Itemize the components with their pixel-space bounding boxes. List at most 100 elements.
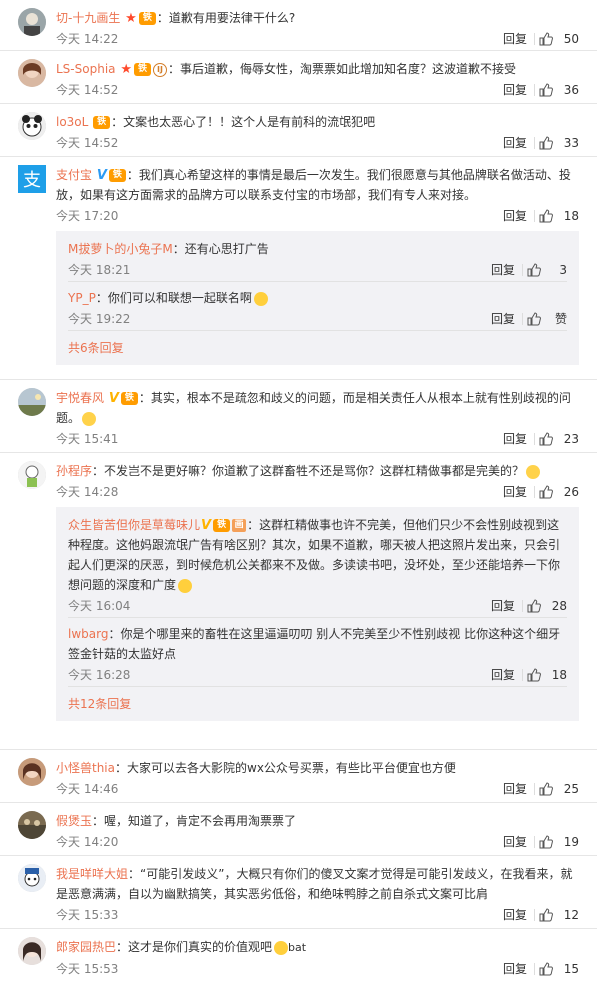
reply-button[interactable]: 回复 [503,778,527,800]
reply-item: lwbarg：你是个哪里来的畜牲在这里逼逼叨叨 别人不完美至少不性别歧视 比你这… [68,618,567,687]
comment-time: 今天 15:41 [56,432,119,446]
like-button[interactable]: 25 [531,778,579,800]
commenter-name[interactable]: YP_P [68,291,96,305]
reply-button[interactable]: 回复 [491,308,515,330]
reply-button[interactable]: 回复 [503,428,527,450]
avatar[interactable] [18,937,46,965]
reply-button[interactable]: 回复 [503,79,527,101]
thumb-up-icon [527,263,541,277]
like-button[interactable]: 3 [519,259,567,281]
thumb-up-icon [539,962,553,976]
commenter-name[interactable]: 郎家园热巴 [56,940,116,954]
like-count: 18 [563,209,579,223]
avatar[interactable] [18,811,46,839]
more-replies-link[interactable]: 共6条回复 [68,331,567,365]
thumb-up-icon [527,668,541,682]
like-button[interactable]: 12 [531,904,579,926]
comment-time: 今天 14:46 [56,782,119,796]
emoji-icon [82,411,97,426]
comment-text: ：事后道歉，侮辱女性，淘票票如此增加知名度？这波道歉不接受 [168,62,517,76]
thumb-up-icon [527,312,541,326]
commenter-name[interactable]: 支付宝 [56,168,92,182]
like-button[interactable]: 36 [531,79,579,101]
comment-item: 支 支付宝 V 铁：我们真心希望这样的事情是最后一次发生。我们很愿意与其他品牌联名… [0,157,597,380]
like-button[interactable]: 赞 [519,308,567,330]
comment-item: lo3oL 铁：文案也太恶心了！！这个人是有前科的流氓犯吧 今天 14:52 回… [0,104,597,157]
like-button[interactable]: 23 [531,428,579,450]
reply-panel: 众生皆苦但你是草莓味儿V 铁画：这群杠精做事也许不完美，但他们只少不会性别歧视到这… [56,507,579,721]
comment-text: ：你是个哪里来的畜牲在这里逼逼叨叨 别人不完美至少不性别歧视 比你这种这个细牙签… [68,627,561,661]
reply-button[interactable]: 回复 [503,831,527,853]
like-button[interactable]: 19 [531,831,579,853]
reply-button[interactable]: 回复 [503,958,527,980]
commenter-name[interactable]: 我是咩咩大姐 [56,867,128,881]
thumb-up-icon [539,908,553,922]
commenter-name[interactable]: M拔萝卜的小兔子M [68,242,173,256]
avatar[interactable] [18,758,46,786]
avatar[interactable] [18,112,46,140]
like-button[interactable]: 15 [531,958,579,980]
svg-text:支: 支 [23,170,41,191]
avatar[interactable] [18,388,46,416]
thumb-up-icon [539,136,553,150]
like-count: 50 [563,32,579,46]
level-badge-icon: IJ [153,62,167,77]
comment-text: ：“可能引发歧义”，大概只有你们的傻叉文案才觉得是可能引发歧义，在我看来，就是恶… [56,867,573,901]
like-button[interactable]: 18 [519,664,567,686]
reply-button[interactable]: 回复 [503,481,527,503]
thumb-up-icon [539,782,553,796]
reply-button[interactable]: 回复 [491,595,515,617]
thumb-up-icon [539,835,553,849]
avatar[interactable] [18,59,46,87]
more-replies-link[interactable]: 共12条回复 [68,687,567,721]
like-count: 23 [563,432,579,446]
like-count: 12 [563,908,579,922]
commenter-name[interactable]: 众生皆苦但你是草莓味儿 [68,518,200,532]
avatar[interactable] [18,461,46,489]
fans-badge-icon: 铁 [138,12,156,25]
reply-button[interactable]: 回复 [503,205,527,227]
fans-badge-icon: 铁 [108,169,126,182]
reply-button[interactable]: 回复 [503,28,527,50]
commenter-name[interactable]: 小怪兽thia [56,761,115,775]
reply-button[interactable]: 回复 [491,259,515,281]
comment-text: ：道歉有用要法律干什么? [156,11,296,25]
reply-item: 众生皆苦但你是草莓味儿V 铁画：这群杠精做事也许不完美，但他们只少不会性别歧视到这… [68,509,567,618]
comment-item: 假煲玉：喔，知道了，肯定不会再用淘票票了 今天 14:20 回复 19 [0,803,597,856]
avatar[interactable] [18,864,46,892]
avatar[interactable]: 支 [18,165,46,193]
reply-item: YP_P：你们可以和联想一起联名啊 今天 19:22 回复 赞 [68,282,567,331]
reply-button[interactable]: 回复 [491,664,515,686]
comment-text: ：我们真心希望这样的事情是最后一次发生。我们很愿意与其他品牌联名做活动、投放，如… [56,168,571,202]
emoji-icon [274,940,289,955]
commenter-name[interactable]: 假煲玉 [56,814,92,828]
commenter-name[interactable]: 宇悦春风 [56,391,104,405]
like-button[interactable]: 18 [531,205,579,227]
like-button[interactable]: 50 [531,28,579,50]
comment-time: 今天 14:52 [56,83,119,97]
emoji-suffix: bat [288,941,307,954]
commenter-name[interactable]: lwbarg [68,627,108,641]
comment-item: 宇悦春风 V 铁：其实，根本不是疏忽和歧义的问题，而是相关责任人从根本上就有性别歧… [0,380,597,453]
comment-text: ：大家可以去各大影院的wx公众号买票，有些比平台便宜也方便 [115,761,456,775]
comment-item: 孙程序：不发岂不是更好嘛？你道歉了这群畜牲不还是骂你？这群杠精做事都是完美的？ … [0,453,597,750]
thumb-up-icon [539,32,553,46]
commenter-name[interactable]: 孙程序 [56,464,92,478]
reply-item: M拔萝卜的小兔子M：还有心思打广告 今天 18:21 回复 3 [68,233,567,282]
avatar[interactable] [18,8,46,36]
reply-panel: M拔萝卜的小兔子M：还有心思打广告 今天 18:21 回复 3 YP_P：你们可… [56,231,579,365]
commenter-name[interactable]: LS-Sophia [56,62,116,76]
like-button[interactable]: 26 [531,481,579,503]
like-button[interactable]: 28 [519,595,567,617]
like-button[interactable]: 33 [531,132,579,154]
comment-time: 今天 15:33 [56,908,119,922]
thumb-up-icon [539,209,553,223]
commenter-name[interactable]: 切-十九画生 [56,11,120,25]
commenter-name[interactable]: lo3oL [56,115,88,129]
reply-button[interactable]: 回复 [503,904,527,926]
comment-text: ：这才是你们真实的价值观吧 [116,940,273,954]
comment-item: 切-十九画生 ★ 铁：道歉有用要法律干什么? 今天 14:22 回复 50 [0,0,597,51]
reply-button[interactable]: 回复 [503,132,527,154]
like-count: 33 [563,136,579,150]
star-badge-icon: ★ [120,62,132,77]
